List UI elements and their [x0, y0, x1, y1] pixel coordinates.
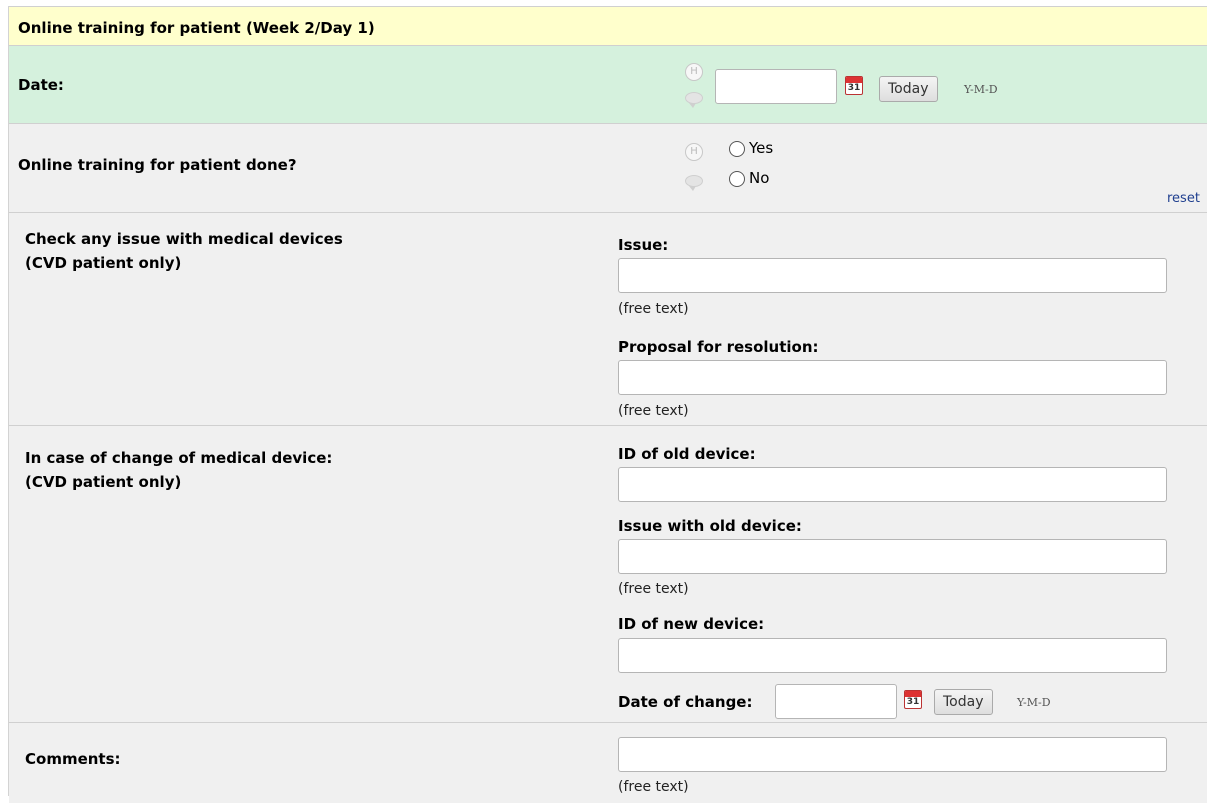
proposal-note: (free text) — [618, 403, 689, 419]
comments-label: Comments: — [25, 750, 121, 768]
training-done-row: Online training for patient done? H Yes … — [9, 124, 1207, 213]
comments-row: Comments: (free text) — [9, 723, 1207, 803]
history-icon[interactable]: H — [685, 143, 703, 161]
old-issue-input[interactable] — [618, 539, 1167, 574]
date-label: Date: — [18, 76, 64, 94]
reset-link[interactable]: reset — [1167, 191, 1200, 206]
old-id-input[interactable] — [618, 467, 1167, 502]
history-icon[interactable]: H — [685, 63, 703, 81]
issue-input[interactable] — [618, 258, 1167, 293]
new-id-label: ID of new device: — [618, 615, 765, 633]
date-row: Date: H 31 Today Y-M-D — [9, 46, 1207, 124]
form-header: Online training for patient (Week 2/Day … — [9, 6, 1207, 46]
date-today-button[interactable]: Today — [879, 76, 938, 102]
survey-form: Online training for patient (Week 2/Day … — [8, 6, 1207, 803]
date-input[interactable] — [715, 69, 837, 104]
old-issue-label: Issue with old device: — [618, 517, 802, 535]
issue-label: Issue: — [618, 236, 669, 254]
date-of-change-input[interactable] — [775, 684, 897, 719]
calendar-icon[interactable]: 31 — [845, 76, 863, 95]
form-title: Online training for patient (Week 2/Day … — [18, 19, 375, 37]
radio-yes-label: Yes — [749, 139, 774, 157]
device-issue-label: Check any issue with medical devices (CV… — [25, 230, 343, 272]
date-format-hint: Y-M-D — [964, 83, 998, 96]
comments-input[interactable] — [618, 737, 1167, 772]
device-issue-row: Check any issue with medical devices (CV… — [9, 213, 1207, 426]
radio-no-label: No — [749, 169, 770, 187]
date-of-change-today-button[interactable]: Today — [934, 689, 993, 715]
device-change-label: In case of change of medical device: (CV… — [25, 449, 333, 491]
proposal-input[interactable] — [618, 360, 1167, 395]
calendar-icon[interactable]: 31 — [904, 690, 922, 709]
proposal-label: Proposal for resolution: — [618, 338, 819, 356]
comment-icon[interactable] — [685, 92, 703, 108]
date-of-change-format-hint: Y-M-D — [1017, 696, 1051, 709]
radio-no[interactable] — [729, 171, 745, 187]
comment-icon[interactable] — [685, 175, 703, 191]
date-of-change-label: Date of change: — [618, 693, 753, 711]
issue-note: (free text) — [618, 301, 689, 317]
new-id-input[interactable] — [618, 638, 1167, 673]
comments-note: (free text) — [618, 779, 689, 795]
device-change-row: In case of change of medical device: (CV… — [9, 426, 1207, 723]
training-done-label: Online training for patient done? — [18, 156, 297, 174]
radio-yes[interactable] — [729, 141, 745, 157]
old-id-label: ID of old device: — [618, 445, 756, 463]
old-issue-note: (free text) — [618, 581, 689, 597]
